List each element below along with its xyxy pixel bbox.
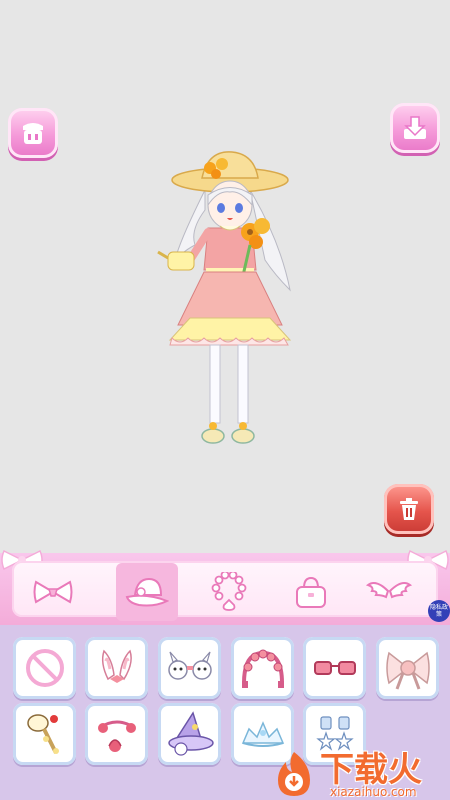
none-icon [25, 649, 64, 687]
witch-hat-icon [167, 711, 214, 756]
item-glasses[interactable] [303, 637, 366, 699]
flame-download-logo-icon [278, 752, 310, 796]
bow-icon [33, 580, 73, 604]
watermark-title: 下载火 [320, 750, 422, 790]
watermark: 下载火 xiazaihuo.com [266, 730, 450, 800]
bag-icon [296, 576, 326, 608]
item-bunny-ears[interactable] [85, 637, 148, 699]
basket-icon [23, 123, 43, 144]
flower-bow-icon [385, 651, 430, 690]
hat-icon [125, 577, 169, 607]
bunny-hairpin-icon [26, 714, 59, 754]
item-witch-hat[interactable] [158, 703, 221, 765]
item-flower-bow[interactable] [376, 637, 439, 699]
tab-necklace[interactable] [198, 563, 260, 621]
save-image-button[interactable] [390, 103, 440, 153]
wings-icon [366, 582, 412, 599]
privacy-policy-badge[interactable]: 隐私政策 [428, 600, 450, 622]
item-flower-headband[interactable] [231, 637, 294, 699]
delete-button[interactable] [384, 484, 434, 534]
tab-hat[interactable] [116, 563, 178, 621]
bunny-ears-icon [101, 649, 132, 683]
dressup-stage [0, 0, 450, 548]
tab-wings[interactable] [358, 563, 420, 621]
item-rose-headband[interactable] [85, 703, 148, 765]
item-grid: 下载火 xiazaihuo.com [0, 625, 450, 800]
trash-icon [400, 498, 418, 520]
item-bunny-clips[interactable] [158, 637, 221, 699]
clear-outfit-button[interactable] [8, 108, 58, 158]
flower-headband-icon [241, 649, 284, 688]
tab-bow[interactable] [22, 563, 84, 621]
glasses-icon [313, 661, 356, 675]
rose-headband-icon [97, 720, 136, 752]
bunny-clips-icon [167, 651, 212, 680]
watermark-url: xiazaihuo.com [330, 785, 417, 799]
category-tab-bar [0, 549, 450, 625]
tab-bag[interactable] [280, 563, 342, 621]
download-icon [404, 116, 426, 139]
item-bunny-hairpin[interactable] [13, 703, 76, 765]
character-doll [157, 151, 292, 444]
necklace-icon [211, 572, 247, 611]
item-none[interactable] [13, 637, 76, 699]
